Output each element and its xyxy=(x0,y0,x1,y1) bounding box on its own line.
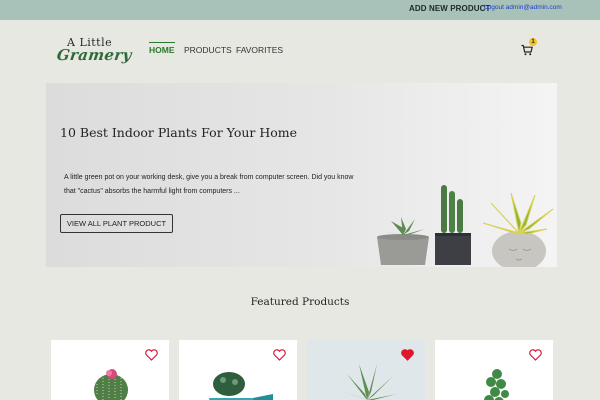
top-bar: ADD NEW PRODUCT Logout admin@admin.com xyxy=(0,0,600,20)
heart-icon[interactable] xyxy=(273,349,286,361)
view-all-plants-button[interactable]: VIEW ALL PLANT PRODUCT xyxy=(60,214,173,233)
product-card[interactable] xyxy=(51,340,169,400)
hero-plants-image xyxy=(377,185,554,267)
hero-banner: 10 Best Indoor Plants For Your Home A li… xyxy=(46,83,557,267)
site-logo[interactable]: A Little Gramery xyxy=(55,36,133,70)
logo-line-2: Gramery xyxy=(55,46,133,64)
product-card[interactable] xyxy=(179,340,297,400)
product-card[interactable] xyxy=(307,340,425,400)
heart-icon[interactable] xyxy=(145,349,158,361)
logout-link[interactable]: Logout admin@admin.com xyxy=(484,4,562,11)
heart-icon[interactable] xyxy=(529,349,542,361)
add-new-product-link[interactable]: ADD NEW PRODUCT xyxy=(409,4,491,13)
cart-button[interactable]: 1 xyxy=(521,38,537,56)
hero-title: 10 Best Indoor Plants For Your Home xyxy=(60,125,298,140)
hero-description: A little green pot on your working desk,… xyxy=(64,174,354,195)
nav-favorites[interactable]: FAVORITES xyxy=(236,45,283,55)
featured-products-title: Featured Products xyxy=(250,296,350,308)
product-card[interactable] xyxy=(435,340,553,400)
cart-count-badge: 1 xyxy=(529,38,537,46)
nav-home[interactable]: HOME xyxy=(149,42,175,55)
heart-icon[interactable] xyxy=(401,349,414,361)
nav-products[interactable]: PRODUCTS xyxy=(184,45,232,55)
